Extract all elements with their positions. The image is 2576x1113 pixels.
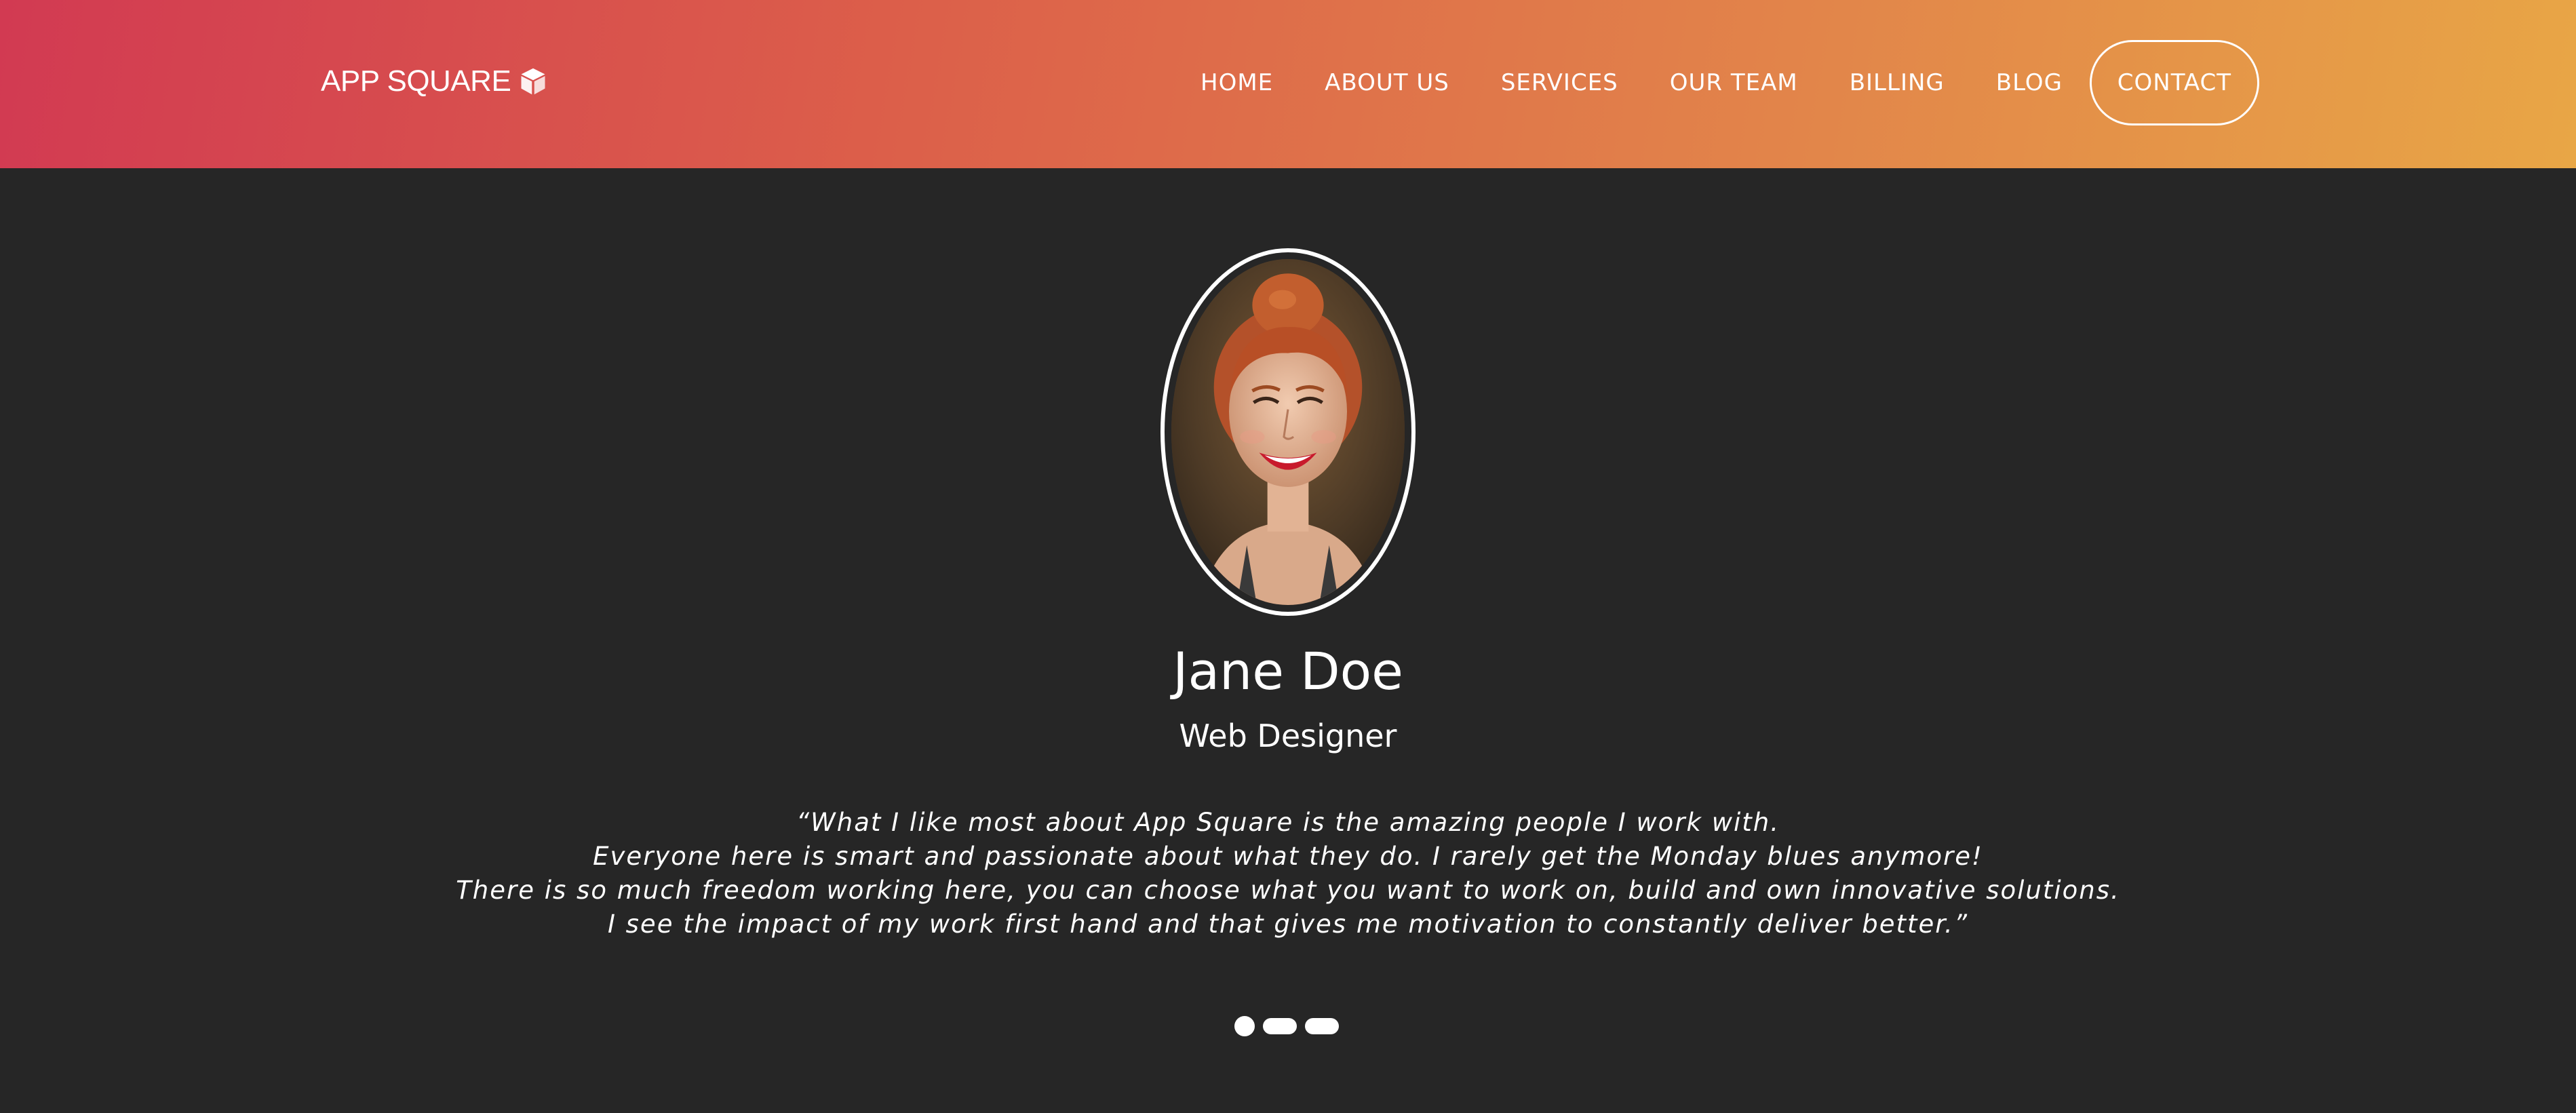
nav-home[interactable]: HOME [1201,69,1273,96]
main-nav: HOME ABOUT US SERVICES OUR TEAM BILLING … [1201,38,2259,128]
quote-line: I see the impact of my work first hand a… [607,910,1968,939]
carousel-dot-3[interactable] [1305,1018,1339,1034]
carousel-dot-2[interactable] [1263,1018,1297,1034]
profile-photo [1171,259,1405,605]
cube-icon [519,66,547,96]
carousel-dot-1[interactable] [1234,1016,1255,1036]
carousel-indicators [1234,1016,1339,1036]
site-header: APP SQUARE HOME ABOUT US SERVICES OUR TE… [0,0,2576,168]
person-role: Web Designer [1179,718,1397,754]
contact-button[interactable]: CONTACT [2089,40,2259,125]
testimonial-quote: “What I like most about App Square is th… [0,806,2576,941]
avatar [1171,259,1405,605]
nav-blog[interactable]: BLOG [1996,69,2063,96]
person-name: Jane Doe [1173,641,1403,701]
quote-line: “What I like most about App Square is th… [796,808,1780,837]
brand-logo[interactable]: APP SQUARE [321,60,547,103]
quote-line: There is so much freedom working here, y… [456,876,2120,905]
nav-billing[interactable]: BILLING [1850,69,1945,96]
brand-name: APP SQUARE [321,64,511,98]
avatar-frame [1160,248,1416,616]
nav-our-team[interactable]: OUR TEAM [1670,69,1798,96]
quote-line: Everyone here is smart and passionate ab… [593,842,1983,871]
nav-about-us[interactable]: ABOUT US [1325,69,1449,96]
nav-services[interactable]: SERVICES [1501,69,1618,96]
